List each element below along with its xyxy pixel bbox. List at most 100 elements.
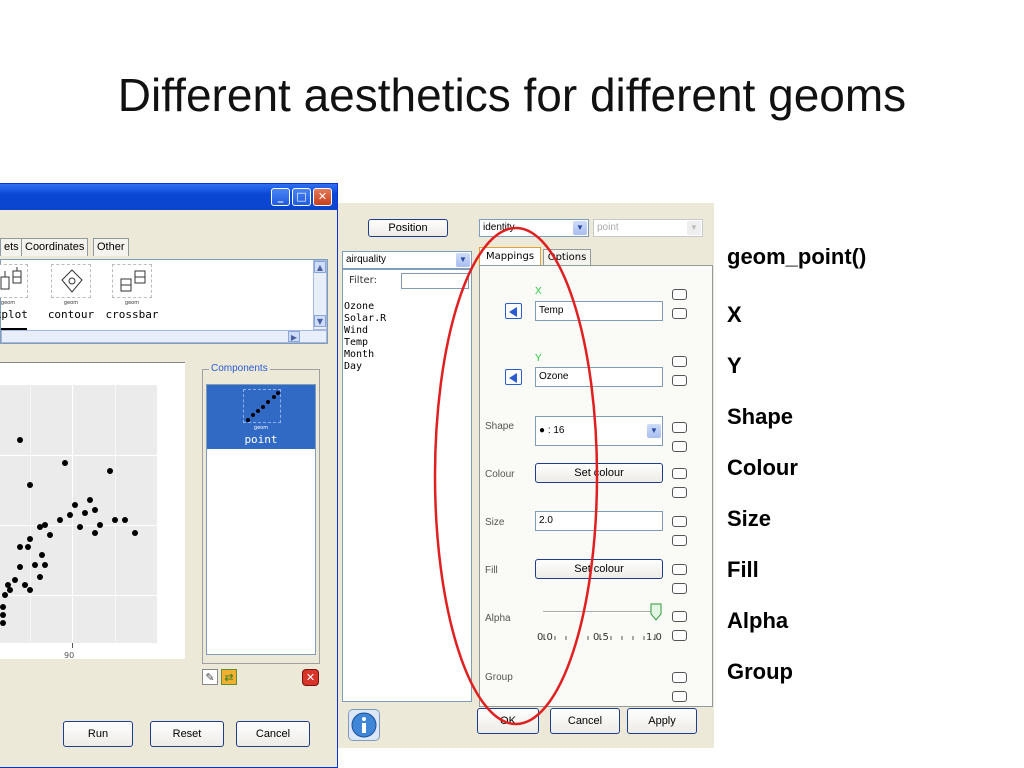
ok-button[interactable]: OK [477,708,539,734]
list-item[interactable]: Temp [344,337,368,348]
geom-crossbar[interactable]: geom crossbar [105,264,159,326]
cancel-button[interactable]: Cancel [236,721,310,747]
y-axis-letter: Y [535,353,542,364]
fill-button[interactable]: Set colour [535,559,663,579]
scroll-up-icon[interactable]: ▲ [314,261,326,273]
fill-toggle[interactable] [672,560,703,594]
tab-options[interactable]: Options [543,249,591,265]
filter-input[interactable] [401,273,469,289]
maximize-button[interactable]: □ [292,188,311,206]
scatter-point [92,530,98,536]
scatter-point [82,510,88,516]
list-item[interactable]: Solar.R [344,313,386,324]
tab-facets[interactable]: ets [0,238,23,256]
run-button[interactable]: Run [63,721,133,747]
tab-other[interactable]: Other [93,238,129,256]
y-field[interactable]: Ozone [535,367,663,387]
apply-button[interactable]: Apply [627,708,697,734]
scatter-point [57,517,63,523]
scatter-point [87,497,93,503]
alpha-toggle[interactable] [672,607,703,641]
alpha-slider-thumb[interactable] [650,603,662,621]
size-toggle[interactable] [672,512,703,546]
position-select[interactable]: identity ▼ [479,219,589,237]
scroll-down-icon[interactable]: ▼ [314,315,326,327]
aesthetic-label: Colour [727,455,798,480]
minimize-button[interactable]: _ [271,188,290,206]
slide-title: Different aesthetics for different geoms [117,69,907,121]
contour-icon [51,264,91,298]
components-group: Components geom point [202,363,320,664]
colour-toggle[interactable] [672,464,703,498]
dataset-select[interactable]: airquality ▼ [342,251,472,269]
scatter-point [12,577,18,583]
x-field[interactable]: Temp [535,301,663,321]
shape-label: Shape [485,421,514,432]
filter-label: Filter: [349,275,377,286]
scatter-point [17,564,23,570]
close-button[interactable]: ✕ [313,188,332,206]
list-item[interactable]: Month [344,349,374,360]
scatter-point [47,532,53,538]
assign-x-button[interactable] [505,303,522,319]
scatter-point [17,437,23,443]
chevron-down-icon: ▼ [687,221,701,235]
crossbar-icon [112,264,152,298]
window-titlebar[interactable]: _ □ ✕ [0,184,337,210]
scatter-point [27,482,33,488]
list-item[interactable]: Ozone [344,301,374,312]
tab-mappings[interactable]: Mappings [479,247,541,265]
aesthetic-label: Size [727,506,772,531]
reset-button[interactable]: Reset [150,721,224,747]
scatter-point [122,517,128,523]
edit-icon[interactable]: ✎ [202,669,218,685]
scatter-point [32,562,38,568]
scatter-point [42,522,48,528]
scatter-point [72,502,78,508]
scatter-point [37,574,43,580]
shape-select[interactable]: ● : 16 ▼ [535,416,663,446]
x-toggle[interactable] [672,285,703,319]
size-field[interactable]: 2.0 [535,511,663,531]
list-item[interactable]: Day [344,361,362,372]
components-label: Components [209,363,270,374]
geom-label: contour [47,308,95,321]
scatter-point [67,512,73,518]
vertical-scrollbar[interactable]: ▲ ▼ [313,260,327,330]
y-toggle[interactable] [672,352,703,386]
assign-y-button[interactable] [505,369,522,385]
scroll-right-icon[interactable]: ▶ [288,331,300,342]
x-tick-label: 90 [64,651,75,660]
plot-preview: 90 [0,362,185,660]
plot-builder-window: _ □ ✕ ets Coordinates Other geom oxplot … [0,183,338,768]
position-button[interactable]: Position [368,219,448,237]
delete-icon[interactable]: ✕ [302,669,319,686]
alpha-slider-track[interactable] [543,611,657,613]
component-geom-point[interactable]: geom point [207,385,315,449]
geom-label: oxplot [0,308,28,321]
geom-contour[interactable]: geom contour [44,264,98,326]
geom-boxplot[interactable]: geom oxplot [0,264,35,326]
scatter-point [112,517,118,523]
scatter-point [0,620,6,626]
info-button[interactable] [348,709,380,741]
shape-toggle[interactable] [672,418,703,452]
colour-button[interactable]: Set colour [535,463,663,483]
scatter-point [0,612,6,618]
list-item[interactable]: Wind [344,325,368,336]
chevron-down-icon: ▼ [647,424,661,438]
scatter-point [62,460,68,466]
group-toggle[interactable] [672,668,703,702]
tab-coordinates[interactable]: Coordinates [21,238,89,256]
refresh-icon[interactable]: ⇄ [221,669,237,685]
x-tick [72,643,73,648]
size-label: Size [485,517,505,528]
horizontal-scrollbar[interactable]: ▶ [1,330,327,343]
components-list: geom point [206,384,316,655]
cancel-button[interactable]: Cancel [550,708,620,734]
x-axis-letter: X [535,286,542,297]
aesthetic-label: X [727,302,742,327]
scatter-point [27,536,33,542]
scatter-point [107,468,113,474]
variable-list: Filter: Ozone Solar.R Wind Temp Month Da… [342,269,472,702]
